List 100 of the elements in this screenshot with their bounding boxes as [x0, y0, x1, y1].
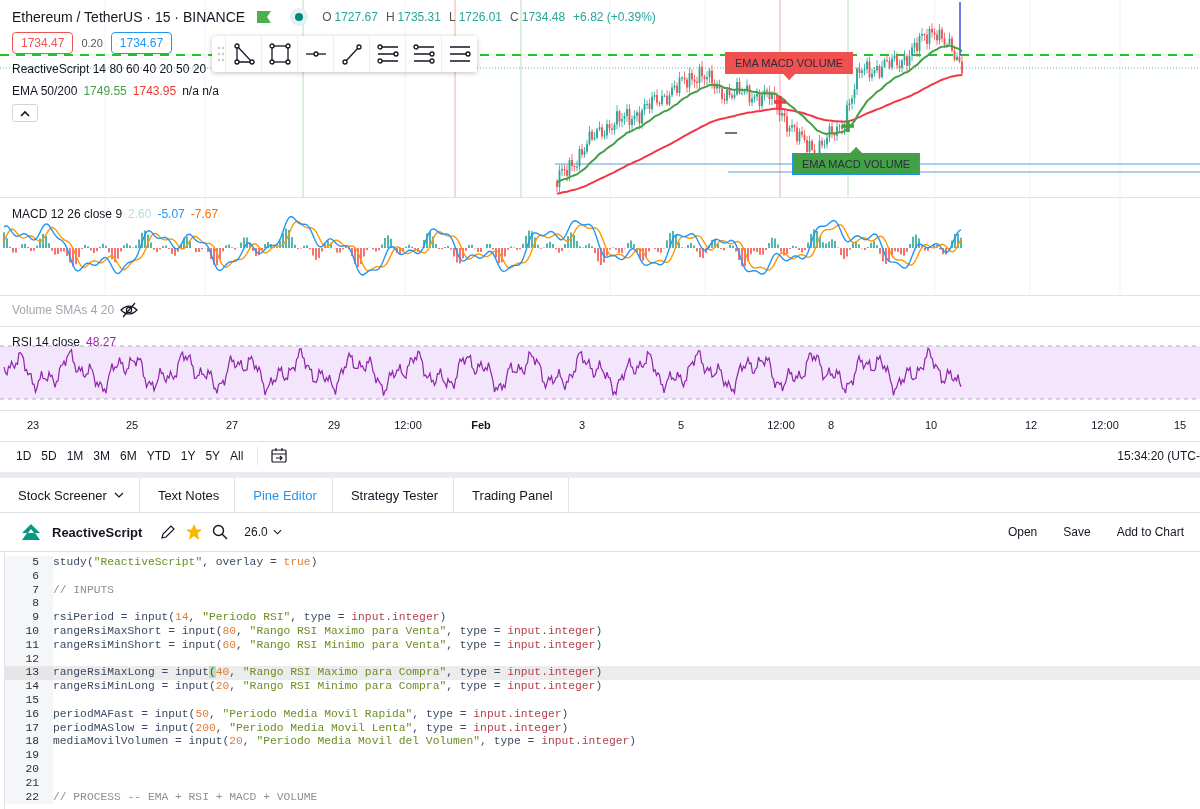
- time-axis-label: 12:00: [394, 419, 422, 431]
- diagonal-line-icon: [339, 42, 364, 66]
- code-line: rangeRsiMinShort = input(60, "Rango RSI Minimo para Venta", type = input.integer): [53, 638, 604, 653]
- logo-icon: [20, 523, 42, 541]
- time-axis-label: 23: [26, 419, 40, 431]
- time-axis-label: 10: [924, 419, 938, 431]
- status-dot-icon: [289, 7, 310, 27]
- code-line: periodMASlow = input(200, "Periodo Media Movil Lenta", type = input.integer): [53, 721, 570, 736]
- collapse-button[interactable]: [12, 104, 38, 122]
- time-axis-label: 12:00: [1091, 419, 1119, 431]
- code-line: // INPUTS: [53, 583, 115, 598]
- time-axis-label: 15: [1173, 419, 1187, 431]
- fib-tool-button[interactable]: [405, 36, 441, 72]
- ohlc-label: H: [385, 10, 395, 24]
- editor-action-button[interactable]: Open: [1003, 523, 1042, 541]
- editor-action-button[interactable]: Add to Chart: [1112, 523, 1188, 541]
- indicator-value: 1749.55: [83, 84, 127, 98]
- pencil-icon[interactable]: [160, 524, 177, 540]
- chevron-down-icon: [272, 529, 282, 535]
- time-axis-label: 25: [125, 419, 139, 431]
- triangle-tool-button[interactable]: [225, 36, 261, 72]
- ohlc-value: 1727.67: [334, 10, 378, 24]
- spread-value: 0.20: [81, 37, 103, 49]
- clock-time[interactable]: 15:34:20 (UTC-: [1117, 449, 1200, 463]
- code-line: rangeRsiMaxShort = input(80, "Rango RSI Maximo para Venta", type = input.integer): [53, 625, 604, 639]
- search-icon[interactable]: [212, 524, 229, 540]
- range-button[interactable]: 6M: [116, 447, 141, 465]
- range-button[interactable]: 5D: [37, 447, 61, 465]
- levels-icon: [375, 42, 400, 66]
- ohlc-label: C: [510, 10, 519, 24]
- range-button[interactable]: YTD: [142, 447, 175, 465]
- time-axis-label: 12:00: [767, 419, 795, 431]
- indicator-legend[interactable]: ReactiveScript 14 80 60 40 20 50 20: [12, 62, 207, 76]
- indicator-legend[interactable]: RSI 14 close: [12, 335, 81, 349]
- range-button[interactable]: 1M: [62, 447, 88, 465]
- time-axis-label: 27: [225, 419, 239, 431]
- ohlc-label: O: [322, 10, 332, 24]
- horizontal-line-tool-button[interactable]: [297, 36, 333, 72]
- time-axis-label: 12: [1024, 419, 1038, 431]
- line-number: 18: [5, 735, 53, 750]
- code-line: rsiPeriod = input(14, "Periodo RSI", type = input.integer): [53, 611, 448, 625]
- dash-marker: [724, 132, 738, 134]
- script-name: ReactiveScript: [52, 524, 143, 540]
- code-line: periodMAFast = input(50, "Periodo Media Movil Rapida", type = input.integer): [53, 707, 570, 722]
- indicator-value: 48.27: [86, 335, 117, 349]
- code-line: mediaMovilVolumen = input(20, "Periodo Media Movil del Volumen", type = input.integer): [53, 735, 638, 750]
- lines-tool-button[interactable]: [441, 36, 477, 72]
- line-number: 9: [5, 611, 53, 625]
- eye-icon[interactable]: [120, 302, 139, 318]
- version-dropdown[interactable]: 26.0: [238, 524, 288, 540]
- line-number: 14: [5, 680, 53, 694]
- trend-line-tool-button[interactable]: [333, 36, 369, 72]
- code-line: study("ReactiveScript", overlay = true): [53, 556, 319, 570]
- time-axis-label: Feb: [471, 419, 491, 431]
- flag-icon[interactable]: [256, 10, 273, 24]
- ohlc-value: 1726.01: [458, 10, 503, 24]
- chevron-up-icon: [20, 109, 30, 117]
- cross-marker-icon: [772, 94, 788, 110]
- calendar-icon[interactable]: [270, 447, 289, 465]
- ohlc-value: 1734.48: [521, 10, 566, 24]
- line-number: 5: [5, 556, 53, 570]
- symbol-title[interactable]: Ethereum / TetherUS · 15 · BINANCE: [12, 9, 246, 25]
- rectangle-tool-button[interactable]: [261, 36, 297, 72]
- ohlc-label: L: [448, 10, 456, 24]
- chevron-down-icon: [113, 492, 124, 498]
- price-change: +6.82 (+0.39%): [573, 10, 656, 24]
- rectangle-icon: [267, 42, 292, 66]
- sell-signal-label: EMA MACD VOLUME: [725, 52, 854, 80]
- time-axis-label: 3: [578, 419, 586, 431]
- indicator-value: n/a n/a: [182, 84, 219, 98]
- indicator-legend[interactable]: EMA 50/200: [12, 84, 78, 98]
- levels-icon: [411, 42, 436, 66]
- indicator-legend[interactable]: MACD 12 26 close 9: [12, 207, 123, 221]
- line-number: 13: [5, 666, 53, 681]
- code-line: rangeRsiMinLong = input(20, "Rango RSI Minimo para Compra", type = input.integer): [53, 680, 604, 694]
- editor-action-button[interactable]: Save: [1059, 523, 1095, 541]
- buy-signal-label: EMA MACD VOLUME: [792, 147, 921, 175]
- time-axis-label: 29: [327, 419, 341, 431]
- line-number: 8: [5, 597, 53, 612]
- time-axis-label: 5: [677, 419, 685, 431]
- ohlc-value: 1735.31: [397, 10, 441, 24]
- range-button[interactable]: 1Y: [176, 447, 200, 465]
- triangle-icon: [231, 42, 256, 66]
- range-button[interactable]: 5Y: [201, 447, 225, 465]
- cross-marker-icon: [840, 118, 856, 134]
- time-axis-label: 8: [827, 419, 835, 431]
- sell-price-button[interactable]: 1734.47: [12, 32, 74, 54]
- line-number: 19: [5, 749, 53, 763]
- star-icon[interactable]: [186, 524, 203, 540]
- range-button[interactable]: 1D: [12, 447, 36, 465]
- indicator-value: -5.07: [157, 207, 185, 221]
- range-button[interactable]: All: [226, 447, 248, 465]
- fib-tool-button[interactable]: [369, 36, 405, 72]
- range-button[interactable]: 3M: [89, 447, 115, 465]
- indicator-value: -7.67: [190, 207, 219, 221]
- horizontal-line-icon: [304, 51, 327, 57]
- code-line: // PROCESS -- EMA + RSI + MACD + VOLUME: [53, 790, 319, 805]
- indicator-value: 2.60: [128, 207, 152, 221]
- drag-handle-icon[interactable]: [217, 45, 225, 63]
- vertical-line: [959, 1, 961, 56]
